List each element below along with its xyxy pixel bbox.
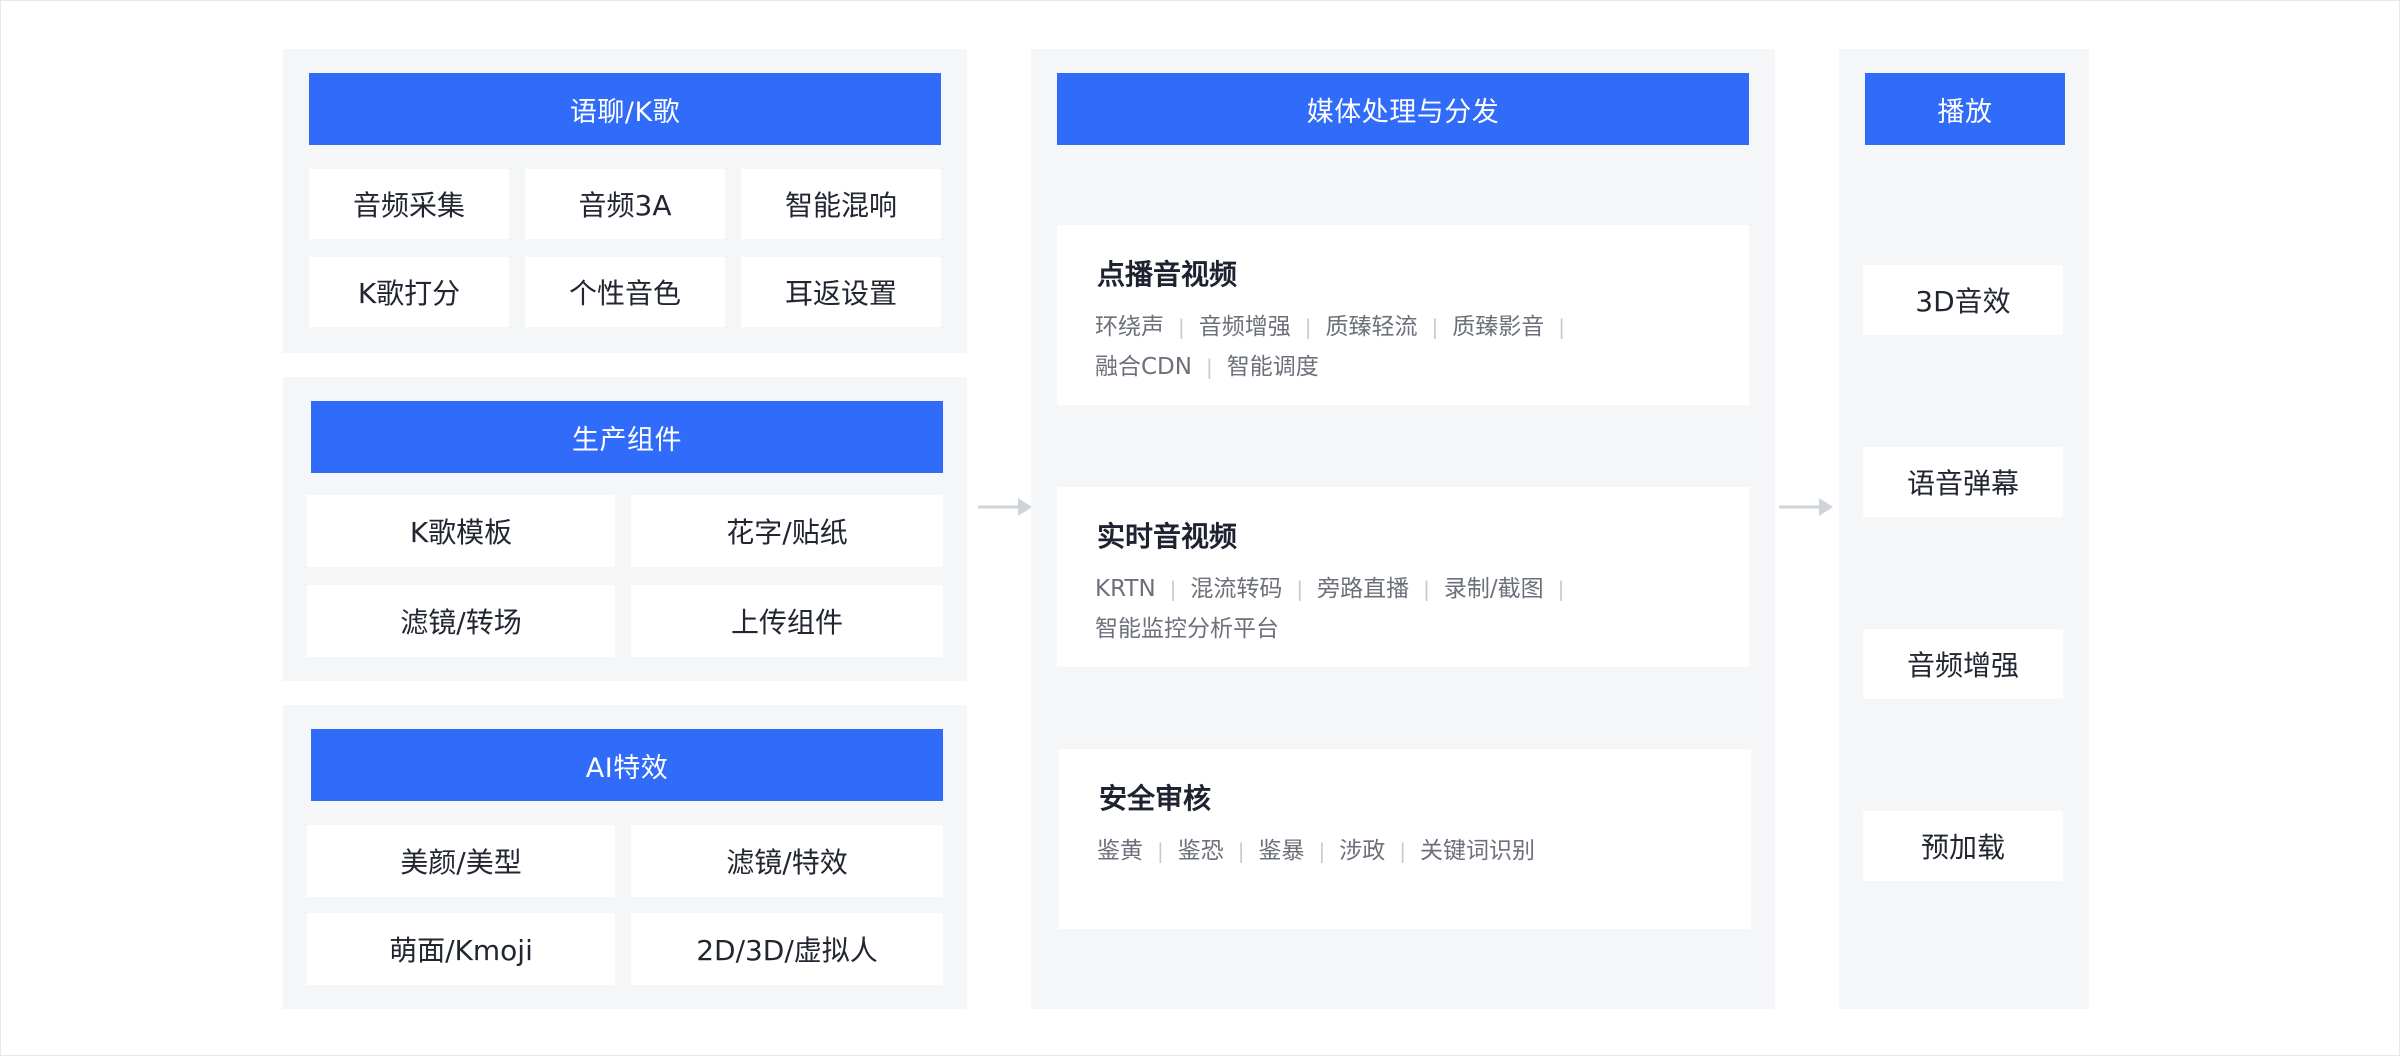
media-processing-header: 媒体处理与分发: [1057, 73, 1749, 145]
ai-item: 美颜/美型: [307, 825, 615, 897]
playback-item: 预加载: [1863, 811, 2063, 881]
playback-item: 3D音效: [1863, 265, 2063, 335]
separator: |: [1423, 577, 1430, 601]
production-item: 花字/贴纸: [631, 495, 943, 567]
tag: 质臻轻流: [1325, 314, 1418, 340]
tag: 音频增强: [1198, 314, 1291, 340]
tag: 质臻影音: [1452, 314, 1545, 340]
production-item: 滤镜/转场: [307, 585, 615, 657]
tag: 鉴黄: [1097, 838, 1143, 864]
tag: 混流转码: [1190, 576, 1283, 602]
vod-card: 点播音视频 环绕声 | 音频增强 | 质臻轻流 | 质臻影音 | 融合CDN | 智能调度: [1057, 225, 1749, 405]
separator: |: [1169, 577, 1177, 601]
rtc-card-title: 实时音视频: [1097, 520, 1238, 553]
production-components-panel: 生产组件 K歌模板 花字/贴纸 滤镜/转场 上传组件: [283, 377, 967, 681]
production-item: K歌模板: [307, 495, 615, 567]
separator: |: [1431, 315, 1439, 339]
arrow-right-icon: [978, 498, 1032, 516]
security-review-tags: 鉴黄 | 鉴恐 | 鉴暴 | 涉政 | 关键词识别: [1097, 831, 1737, 871]
voice-karaoke-panel: 语聊/K歌 音频采集 音频3A 智能混响 K歌打分 个性音色 耳返设置: [283, 49, 967, 353]
voice-item: 智能混响: [741, 169, 941, 239]
voice-karaoke-header: 语聊/K歌: [309, 73, 941, 145]
security-review-card: 安全审核 鉴黄 | 鉴恐 | 鉴暴 | 涉政 | 关键词识别: [1059, 749, 1751, 929]
voice-item: 个性音色: [525, 257, 725, 327]
voice-item: 耳返设置: [741, 257, 941, 327]
separator: |: [1237, 839, 1245, 863]
vod-tags: 环绕声 | 音频增强 | 质臻轻流 | 质臻影音 | 融合CDN | 智能调度: [1095, 307, 1735, 387]
tag: 涉政: [1339, 838, 1386, 864]
rtc-card: 实时音视频 KRTN | 混流转码 | 旁路直播 | 录制/截图 | 智能监控分析平台: [1057, 487, 1749, 667]
tag: 鉴暴: [1258, 838, 1305, 864]
separator: |: [1178, 315, 1185, 339]
ai-item: 萌面/Kmoji: [307, 913, 615, 985]
playback-item: 音频增强: [1863, 629, 2063, 699]
tag: 鉴恐: [1177, 838, 1224, 864]
tag: 关键词识别: [1420, 838, 1535, 864]
separator: |: [1318, 839, 1326, 863]
production-components-header: 生产组件: [311, 401, 943, 473]
tag: 智能调度: [1226, 354, 1319, 380]
tag: KRTN: [1095, 576, 1156, 602]
separator: |: [1557, 577, 1565, 601]
ai-effects-header: AI特效: [311, 729, 943, 801]
playback-panel: 播放 3D音效 语音弹幕 音频增强 预加载: [1839, 49, 2089, 1009]
vod-card-title: 点播音视频: [1097, 258, 1238, 291]
tag: 旁路直播: [1317, 576, 1410, 602]
ai-item: 滤镜/特效: [631, 825, 943, 897]
tag: 融合CDN: [1095, 354, 1192, 380]
voice-item: 音频3A: [525, 169, 725, 239]
voice-item: 音频采集: [309, 169, 509, 239]
voice-item: K歌打分: [309, 257, 509, 327]
diagram-canvas: 语聊/K歌 音频采集 音频3A 智能混响 K歌打分 个性音色 耳返设置 生产组件…: [0, 0, 2400, 1056]
separator: |: [1399, 839, 1406, 863]
tag: 智能监控分析平台: [1095, 616, 1279, 642]
tag: 环绕声: [1095, 314, 1164, 340]
arrow-right-icon: [1779, 498, 1833, 516]
rtc-tags: KRTN | 混流转码 | 旁路直播 | 录制/截图 | 智能监控分析平台: [1095, 569, 1735, 649]
ai-item: 2D/3D/虚拟人: [631, 913, 943, 985]
separator: |: [1157, 839, 1164, 863]
tag: 录制/截图: [1443, 576, 1544, 602]
separator: |: [1304, 315, 1312, 339]
production-item: 上传组件: [631, 585, 943, 657]
playback-item: 语音弹幕: [1863, 447, 2063, 517]
security-review-card-title: 安全审核: [1099, 782, 1212, 815]
ai-effects-panel: AI特效 美颜/美型 滤镜/特效 萌面/Kmoji 2D/3D/虚拟人: [283, 705, 967, 1009]
playback-header: 播放: [1865, 73, 2065, 145]
separator: |: [1296, 577, 1304, 601]
separator: |: [1205, 355, 1213, 379]
media-processing-panel: 媒体处理与分发 点播音视频 环绕声 | 音频增强 | 质臻轻流 | 质臻影音 | 融合CDN | 智…: [1031, 49, 1775, 1009]
separator: |: [1558, 315, 1565, 339]
